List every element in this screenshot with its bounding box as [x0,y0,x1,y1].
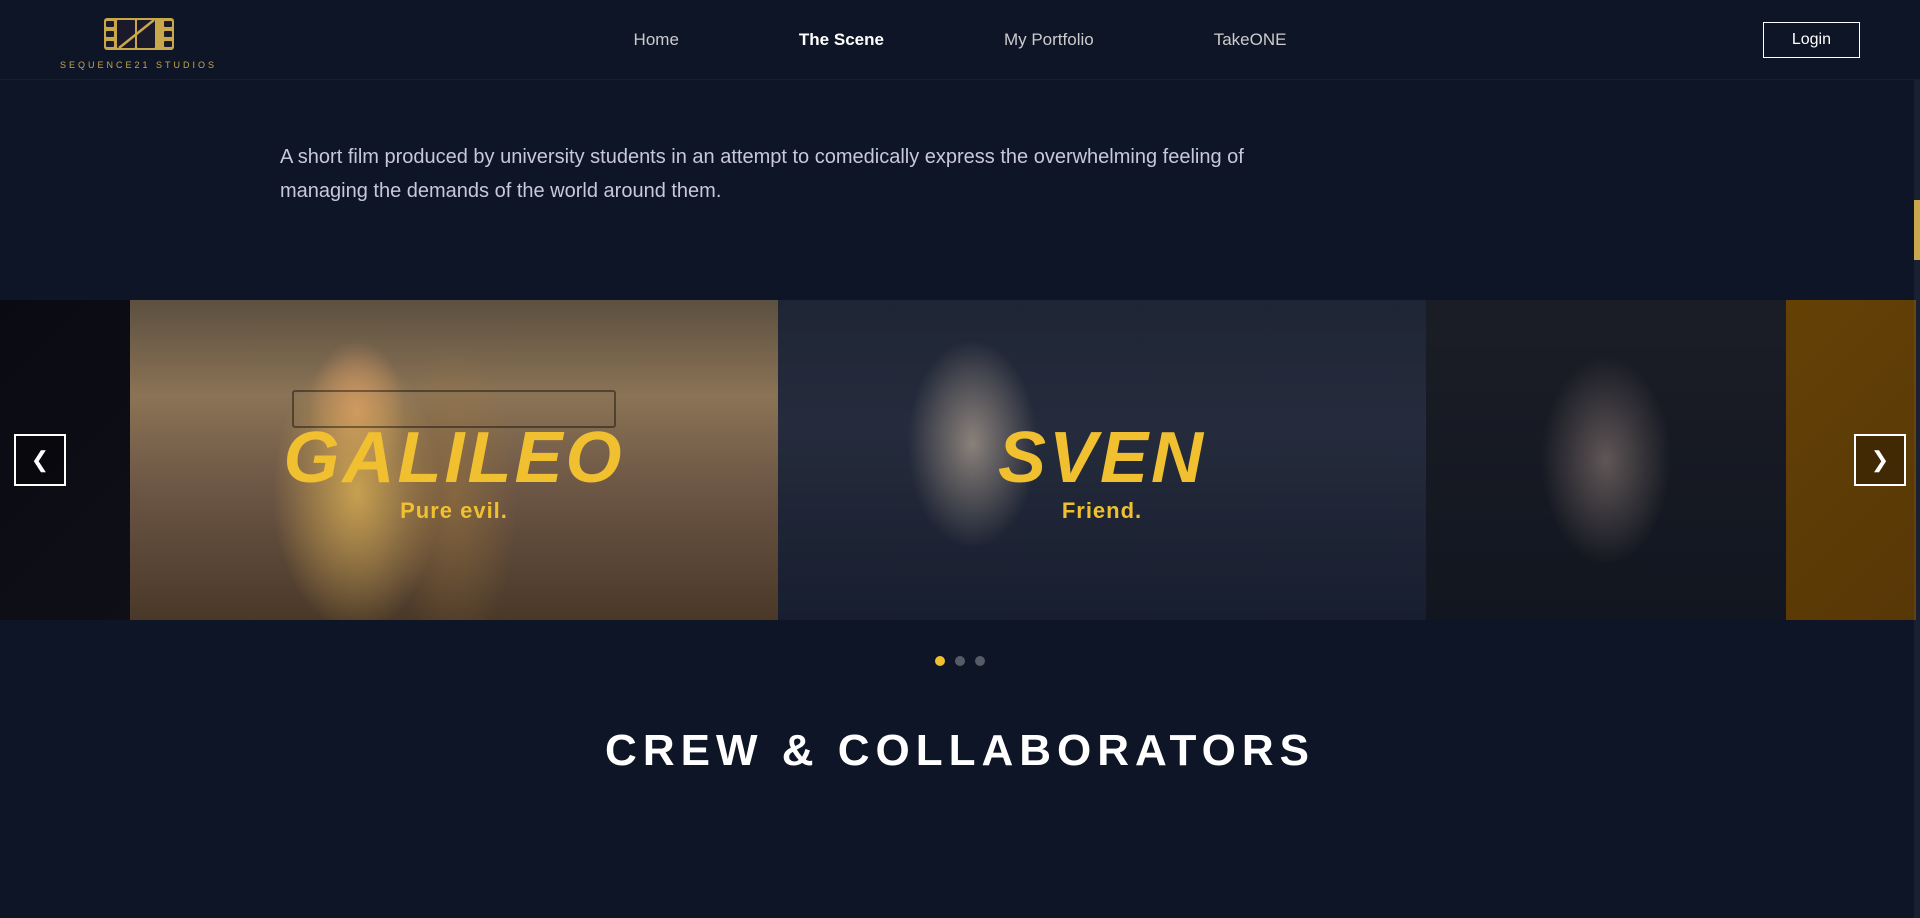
logo-area[interactable]: SEQUENCE21 STUDIOS [60,10,217,70]
sven-role: Friend. [998,498,1206,524]
logo-text: SEQUENCE21 STUDIOS [60,60,217,70]
carousel-track: GALILEO Pure evil. SVEN Friend. [0,300,1920,620]
slide-third [1426,300,1786,620]
galileo-role: Pure evil. [284,498,625,524]
slide-galileo: GALILEO Pure evil. [130,300,778,620]
carousel-dots [0,640,1920,686]
nav-portfolio[interactable]: My Portfolio [1004,30,1094,50]
slide-sven: SVEN Friend. [778,300,1426,620]
nav-home[interactable]: Home [634,30,679,50]
dot-2[interactable] [955,656,965,666]
main-nav: Home The Scene My Portfolio TakeONE [634,30,1287,50]
sven-name: SVEN [998,422,1206,494]
nav-scene[interactable]: The Scene [799,30,884,50]
dot-3[interactable] [975,656,985,666]
carousel-next-button[interactable]: ❯ [1854,434,1906,486]
login-button[interactable]: Login [1763,22,1860,58]
carousel-section: ❮ GALILEO Pure evil. SVEN Friend. [0,280,1920,640]
dot-1[interactable] [935,656,945,666]
next-arrow-icon: ❯ [1871,447,1889,473]
prev-arrow-icon: ❮ [31,447,49,473]
hero-description: A short film produced by university stud… [280,140,1280,208]
slide-galileo-label: GALILEO Pure evil. [284,422,625,524]
site-header: SEQUENCE21 STUDIOS Home The Scene My Por… [0,0,1920,80]
crew-title: CREW & COLLABORATORS [0,726,1920,776]
crew-section: CREW & COLLABORATORS [0,686,1920,776]
scrollbar-thumb [1914,200,1920,260]
galileo-name: GALILEO [284,422,625,494]
slide-sven-label: SVEN Friend. [998,422,1206,524]
logo-icon [99,10,179,58]
carousel-prev-button[interactable]: ❮ [14,434,66,486]
hero-section: A short film produced by university stud… [0,80,1920,280]
nav-takeone[interactable]: TakeONE [1214,30,1287,50]
scrollbar[interactable] [1914,0,1920,918]
